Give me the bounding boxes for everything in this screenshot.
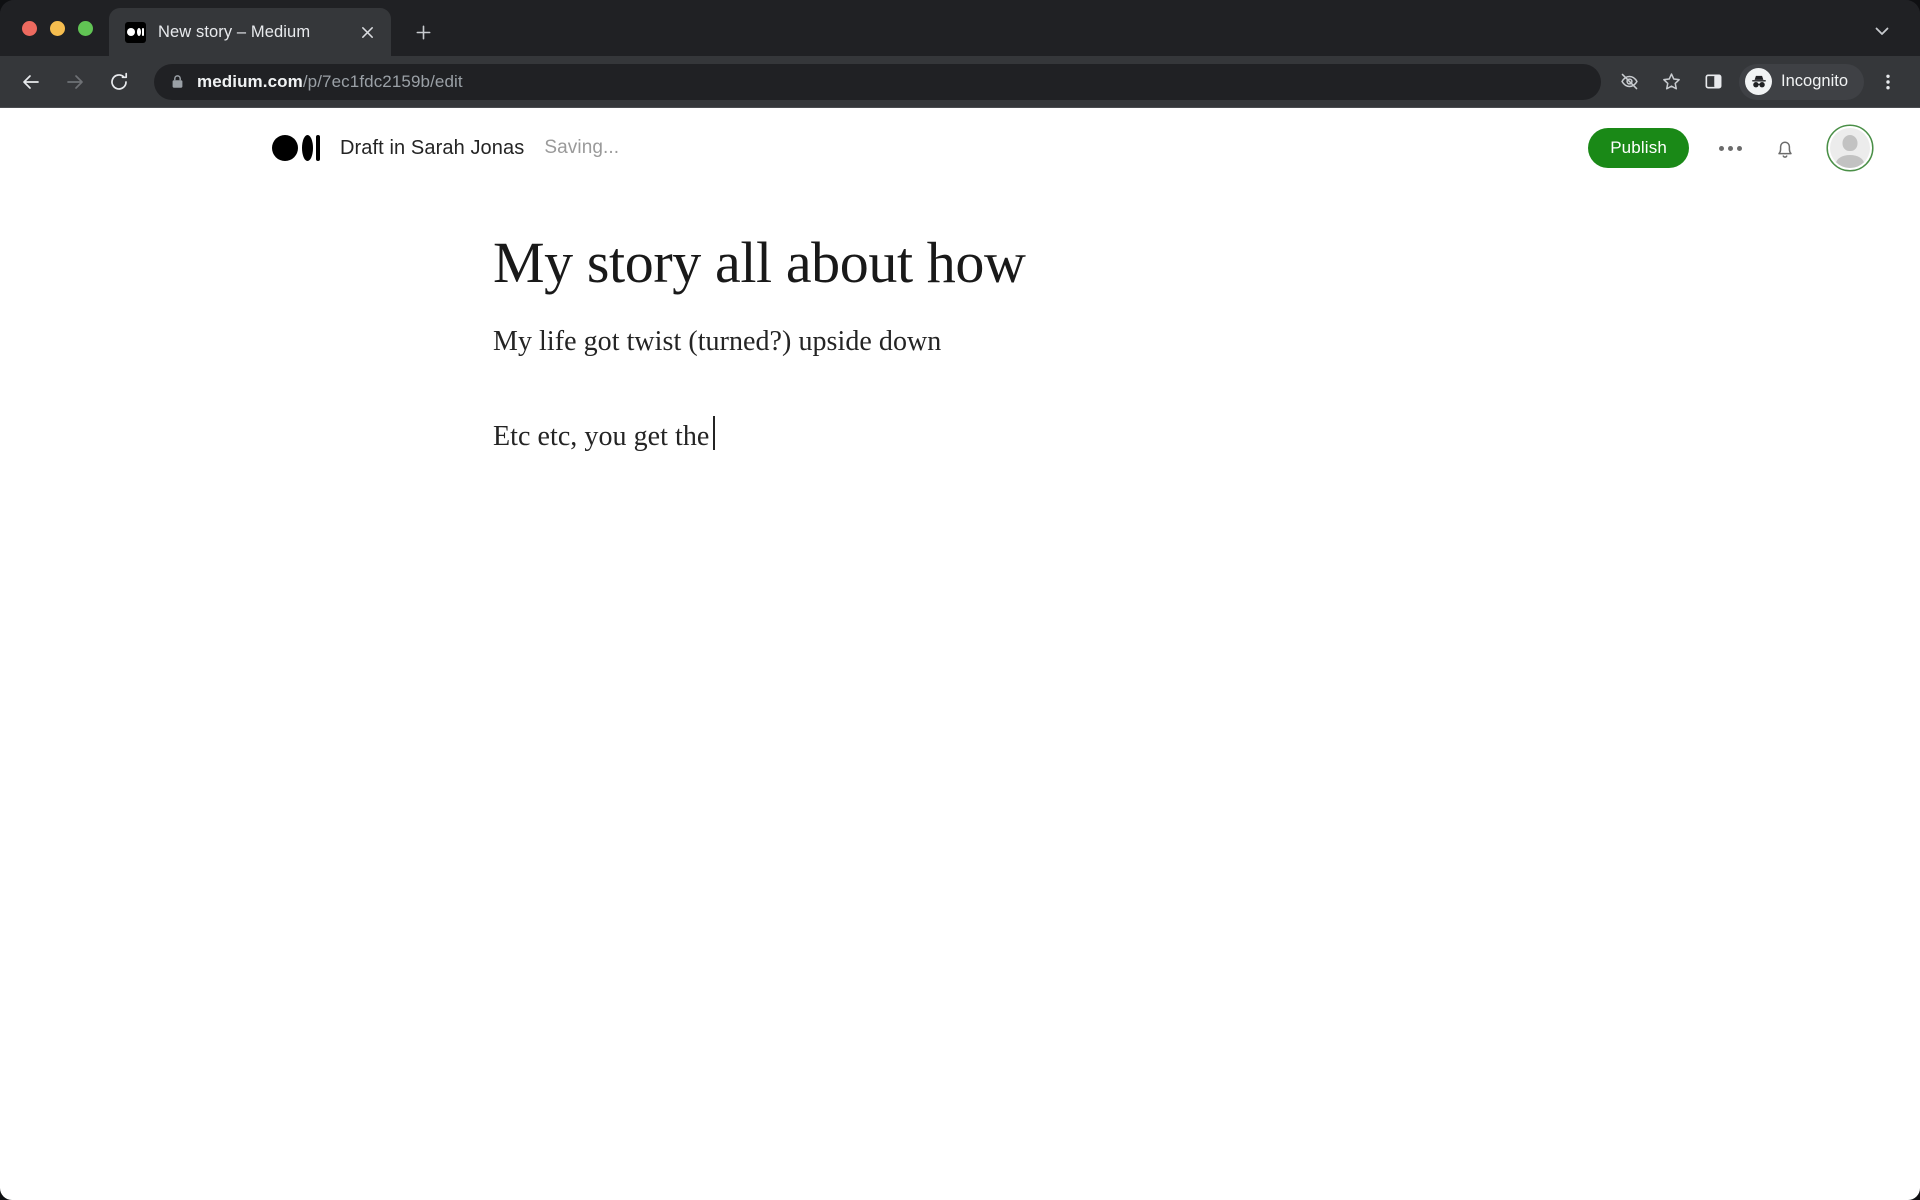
- browser-toolbar: medium.com/p/7ec1fdc2159b/edit Incognito: [0, 56, 1920, 108]
- incognito-label: Incognito: [1781, 72, 1848, 90]
- zoom-window-button[interactable]: [78, 20, 93, 36]
- url-path: /p/7ec1fdc2159b/edit: [302, 71, 463, 91]
- story-body-field[interactable]: Etc etc, you get the: [493, 411, 1200, 458]
- browser-tab-active[interactable]: New story – Medium: [109, 8, 391, 56]
- publish-button[interactable]: Publish: [1588, 127, 1689, 169]
- back-arrow-icon[interactable]: [10, 61, 52, 103]
- story-body-text: Etc etc, you get the: [493, 420, 710, 452]
- new-tab-button[interactable]: [403, 12, 443, 52]
- story-subtitle-field[interactable]: My life got twist (turned?) upside down: [493, 321, 1200, 363]
- bell-icon[interactable]: [1772, 135, 1798, 161]
- address-bar[interactable]: medium.com/p/7ec1fdc2159b/edit: [154, 63, 1602, 100]
- three-dot-vertical-icon[interactable]: [1870, 62, 1906, 102]
- profile-incognito-chip[interactable]: Incognito: [1739, 63, 1864, 100]
- forward-arrow-icon: [54, 61, 96, 103]
- incognito-icon: [1745, 68, 1773, 95]
- browser-window: New story – Medium medium.com/p/7ec1fdc2…: [0, 0, 1920, 1200]
- url-text: medium.com/p/7ec1fdc2159b/edit: [197, 72, 463, 92]
- avatar-placeholder-icon: [1830, 128, 1870, 168]
- close-icon[interactable]: [353, 18, 381, 46]
- avatar[interactable]: [1824, 122, 1876, 174]
- page-viewport: Draft in Sarah Jonas Saving... Publish M…: [0, 108, 1920, 1200]
- star-icon[interactable]: [1651, 62, 1691, 102]
- close-window-button[interactable]: [22, 20, 37, 36]
- eye-slash-icon[interactable]: [1609, 62, 1649, 102]
- header-left-group: Draft in Sarah Jonas Saving...: [0, 133, 619, 163]
- reload-icon[interactable]: [98, 61, 140, 103]
- lock-icon: [170, 74, 185, 89]
- medium-app-header: Draft in Sarah Jonas Saving... Publish: [0, 108, 1920, 188]
- minimize-window-button[interactable]: [50, 20, 65, 36]
- three-dot-horizontal-icon[interactable]: [1715, 140, 1746, 157]
- tab-strip: New story – Medium: [0, 0, 1920, 56]
- draft-owner-label: Draft in Sarah Jonas: [340, 136, 525, 159]
- window-controls: [0, 0, 109, 56]
- side-panel-icon[interactable]: [1693, 62, 1733, 102]
- medium-logo-icon[interactable]: [272, 133, 320, 163]
- story-editor[interactable]: My story all about how My life got twist…: [0, 188, 1200, 458]
- story-title-field[interactable]: My story all about how: [493, 230, 1200, 297]
- tab-title: New story – Medium: [158, 22, 311, 41]
- url-host: medium.com: [197, 71, 303, 91]
- text-caret: [713, 415, 716, 450]
- chevron-down-icon[interactable]: [1862, 11, 1902, 51]
- medium-logo-icon: [125, 21, 146, 43]
- header-right-group: Publish: [1588, 122, 1880, 174]
- save-status-label: Saving...: [544, 137, 620, 158]
